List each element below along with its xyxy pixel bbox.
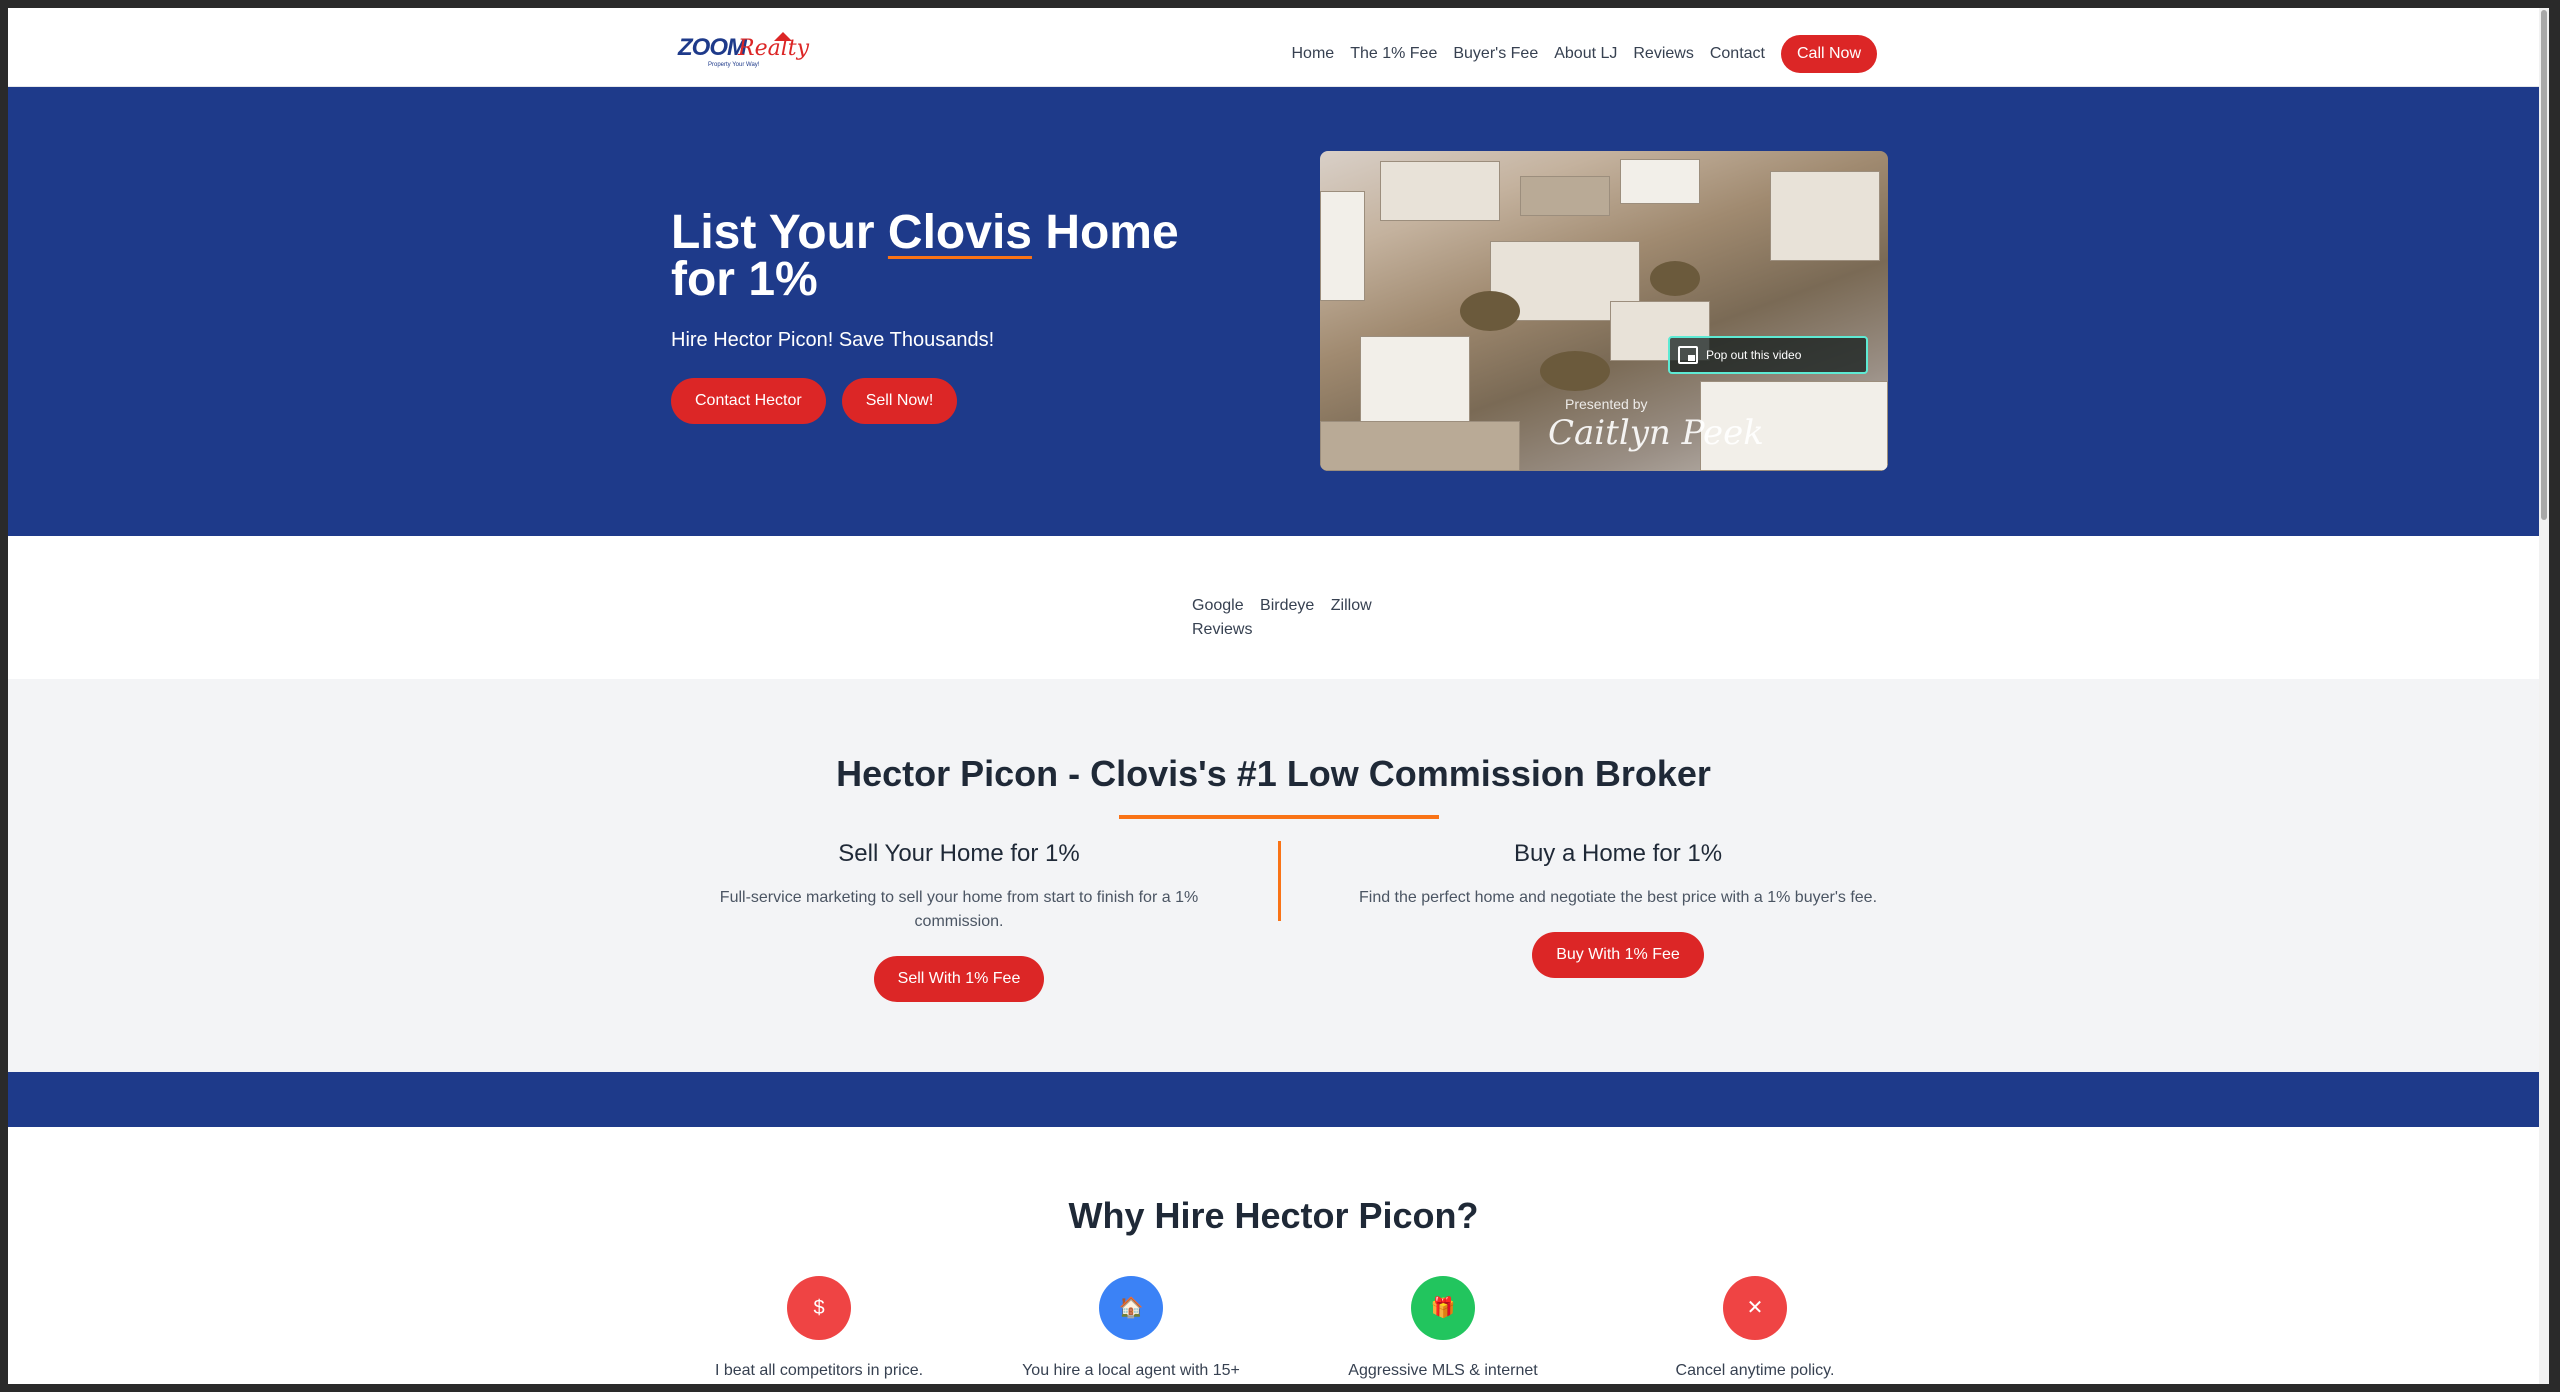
- google-reviews-link[interactable]: Google: [1192, 597, 1244, 614]
- logo-tagline: Property Your Way!: [708, 62, 760, 68]
- feature-text: You hire a local agent with 15+: [1022, 1362, 1240, 1379]
- nav-contact[interactable]: Contact: [1710, 45, 1765, 63]
- video-building: [1320, 191, 1365, 301]
- feature-local-agent: 🏠 You hire a local agent with 15+: [996, 1276, 1266, 1380]
- page-scrollbar[interactable]: [2539, 8, 2549, 1384]
- sell-text: Full-service marketing to sell your home…: [719, 889, 1199, 930]
- feature-text: Cancel anytime policy.: [1675, 1362, 1835, 1379]
- nav-one-percent-fee[interactable]: The 1% Fee: [1350, 45, 1437, 63]
- feature-text: Aggressive MLS & internet: [1348, 1362, 1538, 1379]
- nav-home[interactable]: Home: [1292, 45, 1335, 63]
- house-icon: 🏠: [1099, 1276, 1163, 1340]
- video-building: [1620, 159, 1700, 204]
- pop-out-video-button[interactable]: Pop out this video: [1668, 336, 1868, 374]
- blue-band: [8, 1072, 2539, 1127]
- sell-column: Sell Your Home for 1% Full-service marke…: [708, 840, 1210, 1002]
- hero-title: List Your Clovis Home for 1%: [671, 206, 1231, 304]
- feature-price: $ I beat all competitors in price.: [684, 1276, 954, 1380]
- broker-title: Hector Picon - Clovis's #1 Low Commissio…: [836, 753, 1711, 794]
- video-presented-by: Presented by: [1565, 396, 1648, 412]
- hero-title-city: Clovis: [887, 206, 1032, 259]
- pop-out-label: Pop out this video: [1706, 348, 1802, 362]
- main-nav: Home The 1% Fee Buyer's Fee About LJ Rev…: [1276, 35, 1877, 73]
- sell-now-button[interactable]: Sell Now!: [841, 378, 958, 424]
- broker-section: Hector Picon - Clovis's #1 Low Commissio…: [8, 679, 2539, 1072]
- video-building: [1770, 171, 1880, 261]
- birdeye-reviews-link[interactable]: Birdeye: [1260, 597, 1314, 614]
- zoom-realty-logo[interactable]: ZOOM Realty Property Your Way!: [678, 30, 809, 70]
- hero-video[interactable]: Pop out this video Presented by Caitlyn …: [1320, 151, 1888, 471]
- nav-reviews[interactable]: Reviews: [1633, 45, 1693, 63]
- video-trees: [1650, 261, 1700, 296]
- review-links: Google Birdeye Zillow Reviews: [1192, 594, 1392, 642]
- why-title: Why Hire Hector Picon?: [1068, 1195, 1479, 1236]
- scrollbar-thumb[interactable]: [2541, 10, 2547, 520]
- video-signature: Caitlyn Peek: [1548, 413, 1764, 453]
- site-header: ZOOM Realty Property Your Way! Home The …: [8, 8, 2539, 87]
- logo-brand: ZOOM: [678, 34, 747, 61]
- gift-icon: 🎁: [1411, 1276, 1475, 1340]
- hero-subtitle: Hire Hector Picon! Save Thousands!: [671, 329, 995, 351]
- sell-heading: Sell Your Home for 1%: [838, 840, 1080, 867]
- picture-in-picture-icon: [1678, 346, 1698, 364]
- feature-text: I beat all competitors in price.: [714, 1362, 924, 1379]
- cancel-x-icon: ✕: [1723, 1276, 1787, 1340]
- video-trees: [1460, 291, 1520, 331]
- zillow-reviews-link[interactable]: Zillow: [1331, 597, 1372, 614]
- buy-heading: Buy a Home for 1%: [1513, 840, 1723, 867]
- nav-buyers-fee[interactable]: Buyer's Fee: [1453, 45, 1538, 63]
- video-trees: [1540, 351, 1610, 391]
- sell-with-fee-button[interactable]: Sell With 1% Fee: [873, 956, 1045, 1002]
- nav-about[interactable]: About LJ: [1554, 45, 1617, 63]
- buy-with-fee-button[interactable]: Buy With 1% Fee: [1532, 932, 1704, 978]
- call-now-button[interactable]: Call Now: [1780, 35, 1877, 73]
- reviews-label: Reviews: [1192, 621, 1253, 638]
- video-building: [1380, 161, 1500, 221]
- hero-title-pre: List Your: [671, 206, 875, 259]
- feature-cancel: ✕ Cancel anytime policy.: [1620, 1276, 1890, 1380]
- video-building: [1320, 421, 1520, 471]
- contact-hector-button[interactable]: Contact Hector: [671, 378, 826, 424]
- dollar-icon: $: [787, 1276, 851, 1340]
- video-building: [1360, 336, 1470, 431]
- feature-marketing: 🎁 Aggressive MLS & internet: [1308, 1276, 1578, 1380]
- hero-buttons: Contact Hector Sell Now!: [671, 378, 973, 424]
- column-divider: [1278, 841, 1281, 921]
- hero-section: List Your Clovis Home for 1% Hire Hector…: [8, 87, 2539, 536]
- title-underline: [1119, 815, 1439, 819]
- buy-text: Find the perfect home and negotiate the …: [1358, 889, 1878, 906]
- buy-column: Buy a Home for 1% Find the perfect home …: [1348, 840, 1888, 978]
- house-roof-icon: [774, 32, 792, 41]
- browser-viewport: ZOOM Realty Property Your Way! Home The …: [8, 8, 2549, 1384]
- video-building: [1520, 176, 1610, 216]
